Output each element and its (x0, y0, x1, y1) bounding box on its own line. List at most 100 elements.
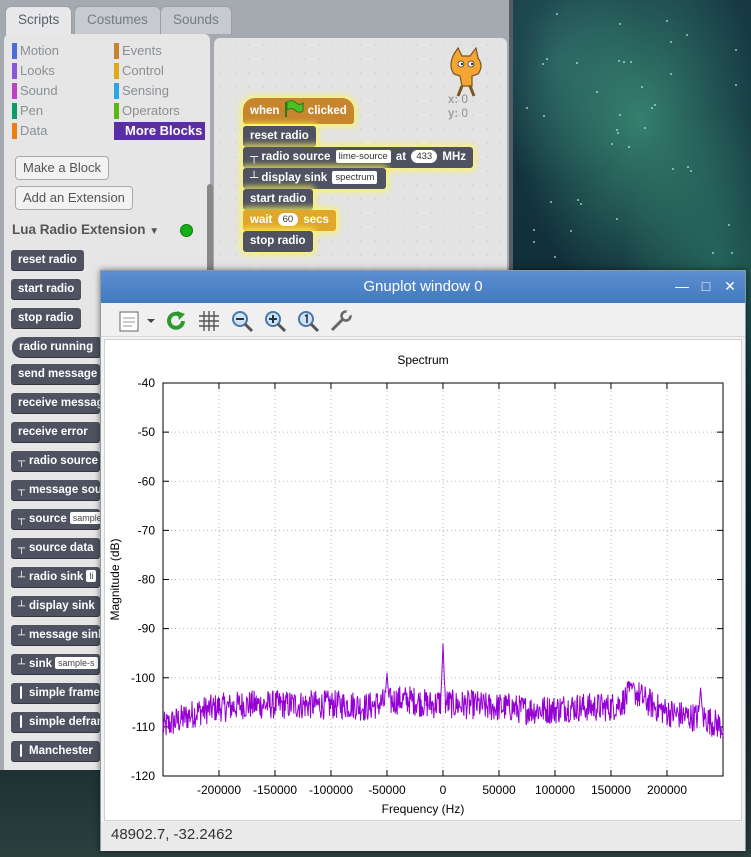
x-tick-label: 200000 (647, 783, 687, 797)
palette-block[interactable]: start radio (11, 279, 82, 300)
palette-block[interactable]: ┴ sink sample-s (11, 654, 100, 675)
extension-title[interactable]: Lua Radio Extension ▼ (12, 222, 159, 237)
category-more-blocks[interactable]: More Blocks (114, 122, 205, 140)
category-operators[interactable]: Operators (114, 102, 180, 120)
category-motion[interactable]: Motion (12, 42, 59, 60)
maximize-icon[interactable]: □ (697, 277, 715, 295)
operators-swatch (114, 103, 119, 119)
star (671, 168, 674, 171)
when-flag-clicked-block[interactable]: when clicked (243, 98, 354, 124)
star (616, 131, 619, 134)
category-sound[interactable]: Sound (12, 82, 58, 100)
green-flag-icon (284, 100, 304, 117)
palette-block-slot[interactable]: li (86, 570, 97, 582)
palette-block-label: receive message (18, 397, 100, 409)
palette-block[interactable]: reset radio (11, 250, 84, 271)
block-glyph-icon: ┬ (18, 514, 26, 525)
dropdown-arrow-icon[interactable]: ▼ (149, 226, 159, 237)
palette-block[interactable]: receive message (11, 393, 100, 414)
secs-input[interactable]: 60 (277, 213, 299, 226)
category-label: Sound (20, 83, 58, 98)
palette-block-slot[interactable]: sample-s (55, 657, 98, 669)
palette-block-label: source data (29, 542, 94, 554)
category-data[interactable]: Data (12, 122, 47, 140)
palette-block-label: display sink (29, 600, 95, 612)
config-icon[interactable] (329, 309, 353, 333)
palette-block[interactable]: ┬ source sample (11, 509, 100, 530)
palette-block[interactable]: receive error (11, 422, 100, 443)
category-label: Pen (20, 103, 44, 118)
category-pen[interactable]: Pen (12, 102, 43, 120)
zoom-out-icon[interactable] (230, 309, 254, 333)
y-value: 0 (461, 108, 468, 120)
palette-block[interactable]: radio running (12, 337, 101, 358)
star (669, 41, 672, 44)
star (533, 228, 536, 231)
start-radio-block[interactable]: start radio (243, 189, 314, 210)
palette-block-label: radio source (29, 455, 99, 467)
zoom-fit-icon[interactable] (296, 309, 320, 333)
palette-block-slot[interactable]: sample (69, 512, 100, 524)
palette-block-label: radio sink (29, 571, 84, 583)
palette-block[interactable]: ┬ source data (11, 538, 100, 559)
spectrum-series-line (162, 643, 724, 739)
x-tick-label: -200000 (197, 783, 241, 797)
star (728, 223, 731, 226)
plot-area[interactable]: -200000 -150000 -100000 -50000 0 50000 100000 1… (104, 339, 742, 821)
wait-secs-block[interactable]: wait 60 secs (243, 210, 336, 231)
export-icon[interactable] (117, 309, 157, 333)
palette-block[interactable]: ┬ radio source (11, 451, 100, 472)
stop-radio-block[interactable]: stop radio (243, 231, 313, 252)
minimize-icon[interactable]: — (673, 277, 691, 295)
palette-block[interactable]: ┃ simple framer (11, 683, 100, 704)
looks-swatch (12, 63, 17, 79)
block-glyph-icon: ┃ (18, 717, 25, 728)
sink-name-input[interactable]: spectrum (332, 171, 378, 184)
control-swatch (114, 63, 119, 79)
replot-icon[interactable] (164, 309, 188, 333)
category-sensing[interactable]: Sensing (114, 82, 169, 100)
palette-block[interactable]: stop radio (11, 308, 81, 329)
frequency-input[interactable]: 433 (411, 150, 438, 163)
palette-block[interactable]: ┬message source (11, 480, 100, 501)
palette-block-label: source (29, 513, 67, 525)
category-label: Looks (20, 63, 55, 78)
star (542, 115, 545, 118)
scratch-cat-sprite-icon[interactable] (442, 46, 490, 100)
grid-icon[interactable] (197, 309, 221, 333)
category-events[interactable]: Events (114, 42, 162, 60)
star (653, 104, 656, 107)
star (577, 199, 580, 202)
palette-block[interactable]: ┴ message sink (11, 625, 100, 646)
x-value: 0 (461, 94, 468, 106)
tab-costumes[interactable]: Costumes (74, 6, 161, 34)
star (554, 256, 557, 259)
reset-radio-block[interactable]: reset radio (243, 126, 316, 147)
spectrum-chart: -200000 -150000 -100000 -50000 0 50000 100000 1… (108, 353, 724, 816)
category-looks[interactable]: Looks (12, 62, 55, 80)
category-control[interactable]: Control (114, 62, 164, 80)
palette-block[interactable]: ┃ simple deframer (11, 712, 100, 733)
palette-block-label: Manchester (29, 745, 93, 757)
palette-block[interactable]: ┴ display sink (11, 596, 100, 617)
make-a-block-button[interactable]: Make a Block (15, 156, 110, 180)
zoom-in-icon[interactable] (263, 309, 287, 333)
display-sink-block[interactable]: ┴ display sink spectrum (243, 168, 387, 189)
star (525, 107, 528, 110)
events-swatch (114, 43, 119, 59)
palette-block[interactable]: ┴ radio sink li (11, 567, 100, 588)
close-icon[interactable]: ✕ (721, 277, 739, 295)
star (734, 49, 737, 52)
palette-block[interactable]: send message (11, 364, 100, 385)
add-extension-button[interactable]: Add an Extension (15, 186, 133, 210)
palette-block-label: message source (29, 484, 100, 496)
tab-sounds[interactable]: Sounds (160, 6, 232, 34)
tab-scripts[interactable]: Scripts (5, 6, 73, 35)
gnuplot-titlebar[interactable]: Gnuplot window 0 — □ ✕ (101, 271, 745, 303)
star (686, 166, 689, 169)
star (550, 200, 553, 203)
source-name-input[interactable]: lime-source (335, 150, 391, 163)
star (643, 126, 646, 129)
palette-block[interactable]: ┃ Manchester (11, 741, 100, 762)
radio-source-block[interactable]: ┬ radio source lime-source at 433 MHz (243, 147, 474, 168)
